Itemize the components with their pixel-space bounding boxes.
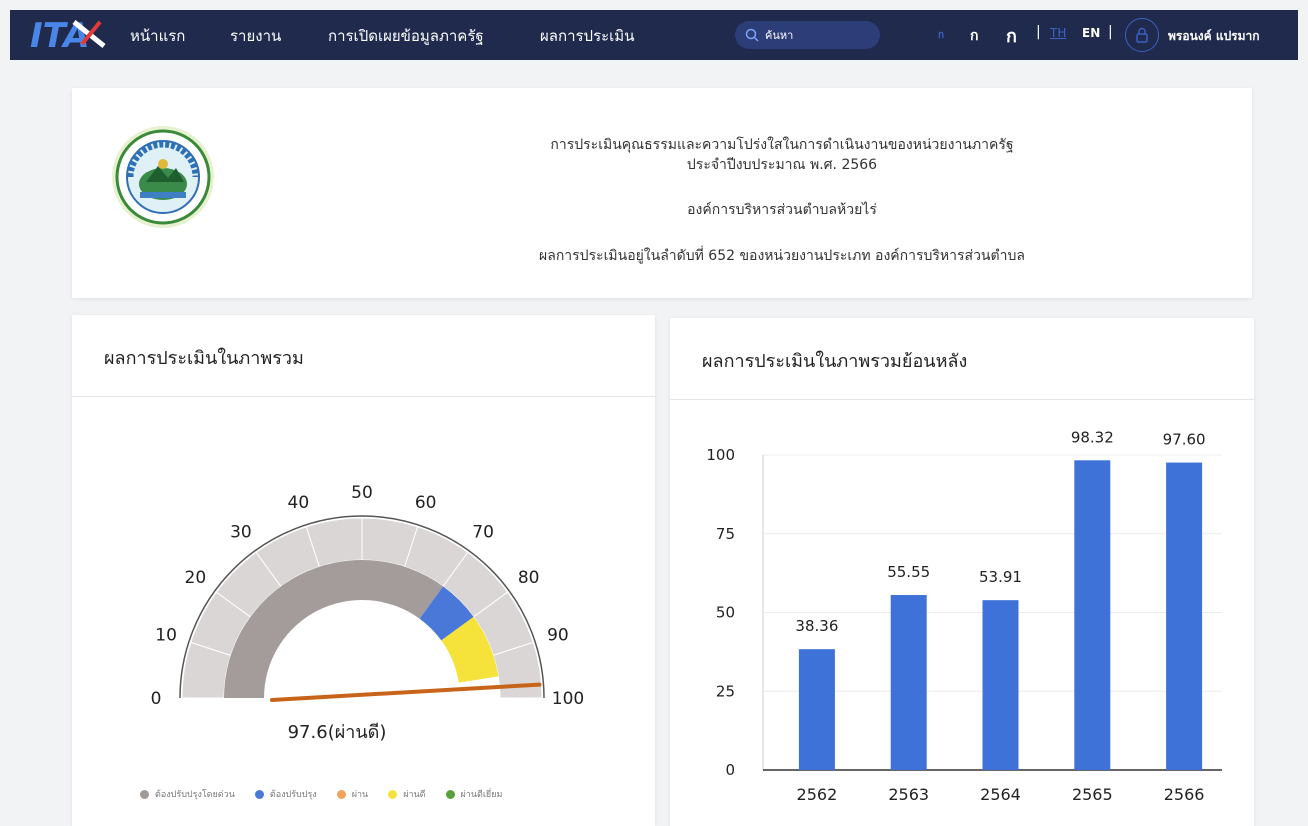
nav-home[interactable]: หน้าแรก [130, 24, 185, 48]
nav-evaluation-result[interactable]: ผลการประเมิน [540, 24, 634, 48]
nav-public-disclosure[interactable]: การเปิดเผยข้อมูลภาครัฐ [328, 24, 484, 48]
gauge-tick-label: 50 [351, 483, 373, 503]
gauge-tick-label: 70 [472, 522, 494, 542]
bar-data-label: 97.60 [1163, 431, 1206, 449]
y-tick-label: 50 [716, 604, 735, 622]
organization-seal-logo [112, 126, 214, 228]
legend-dot-icon [388, 789, 398, 799]
x-tick-label: 2564 [980, 785, 1021, 804]
legend-item: ต้องปรับปรุง [254, 787, 317, 801]
font-size-large-button[interactable]: ก [1006, 21, 1017, 50]
bar-data-label: 53.91 [979, 568, 1022, 586]
x-tick-label: 2566 [1164, 785, 1205, 804]
organization-name: องค์การบริหารส่วนตำบลห้วยไร่ [687, 202, 877, 218]
font-size-medium-button[interactable]: ก [970, 25, 978, 47]
score-gauge: 0 10 20 30 40 50 60 70 80 90 100 97.6(ผ่านดี) [151, 483, 585, 743]
lock-icon [1136, 27, 1148, 43]
panel-header: ผลการประเมินในภาพรวม [72, 315, 655, 397]
legend-item: ผ่านดี [388, 787, 426, 801]
fiscal-year: ประจำปีงบประมาณ พ.ศ. 2566 [686, 157, 878, 173]
gauge-value-label: 97.6(ผ่านดี) [288, 722, 387, 743]
bar-data-label: 98.32 [1071, 428, 1114, 446]
legend-dot-icon [336, 789, 346, 799]
agency-header-card: การประเมินคุณธรรมและความโปร่งใสในการดำเน… [72, 88, 1252, 298]
chart-bar [1166, 462, 1203, 770]
y-tick-label: 100 [706, 446, 735, 464]
gauge-tick-label: 80 [518, 568, 540, 588]
lang-en-button[interactable]: EN [1082, 26, 1100, 40]
x-tick-label: 2565 [1072, 785, 1113, 804]
separator: | [1108, 24, 1113, 40]
legend-dot-icon [445, 789, 455, 799]
lang-th-button[interactable]: TH [1050, 26, 1066, 40]
legend-dot-icon [254, 789, 264, 799]
ranking-text: ผลการประเมินอยู่ในลำดับที่ 652 ของหน่วยง… [539, 248, 1025, 264]
chart-bar [798, 649, 835, 770]
history-result-title: ผลการประเมินในภาพรวมย้อนหลัง [702, 351, 968, 372]
gauge-needle [270, 682, 542, 702]
gauge-tick-label: 90 [547, 625, 569, 645]
font-size-small-button[interactable]: ก [938, 28, 944, 43]
x-tick-label: 2563 [888, 785, 929, 804]
gauge-tick-label: 0 [151, 689, 162, 709]
user-name[interactable]: พรอนงค์ แปรมาก [1168, 27, 1260, 46]
legend-item: ผ่าน [336, 787, 368, 801]
chart-bar [982, 600, 1019, 770]
chart-bar [1074, 460, 1111, 770]
overall-result-title: ผลการประเมินในภาพรวม [104, 348, 304, 369]
search-placeholder: ค้นหา [765, 29, 794, 42]
legend-item: ผ่านดีเยี่ยม [445, 787, 502, 801]
user-account-button[interactable] [1125, 18, 1159, 52]
gauge-tick-label: 60 [415, 493, 437, 513]
search-icon [745, 28, 759, 42]
ita-logo[interactable]: ITA [30, 16, 112, 52]
nav-report[interactable]: รายงาน [230, 24, 281, 48]
separator: | [1036, 24, 1041, 40]
gauge-tick-label: 30 [230, 522, 252, 542]
y-tick-label: 0 [725, 761, 735, 779]
gauge-tick-label: 100 [552, 689, 584, 709]
x-tick-label: 2562 [797, 785, 838, 804]
legend-item: ต้องปรับปรุงโดยด่วน [140, 787, 235, 801]
chart-bar [890, 595, 927, 770]
y-tick-label: 75 [716, 525, 735, 543]
bar-data-label: 38.36 [795, 617, 838, 635]
gauge-tick-label: 10 [155, 625, 177, 645]
search-input[interactable]: ค้นหา [735, 21, 880, 49]
bar-data-label: 55.55 [887, 563, 930, 581]
gauge-legend: ต้องปรับปรุงโดยด่วน ต้องปรับปรุง ผ่าน ผ่… [140, 787, 522, 801]
gauge-tick-label: 20 [185, 568, 207, 588]
history-bar-chart: 0 25 50 75 100 38.36 2562 55.55 2563 53.91 2564 98.… [706, 428, 1222, 804]
svg-text:ITA: ITA [30, 16, 90, 52]
evaluation-title: การประเมินคุณธรรมและความโปร่งใสในการดำเน… [550, 137, 1014, 153]
panel-header: ผลการประเมินในภาพรวมย้อนหลัง [670, 318, 1254, 400]
y-tick-label: 25 [716, 682, 735, 700]
legend-dot-icon [140, 789, 149, 799]
top-navbar: ITA หน้าแรก รายงาน การเปิดเผยข้อมูลภาครั… [10, 10, 1298, 60]
gauge-tick-label: 40 [288, 493, 310, 513]
